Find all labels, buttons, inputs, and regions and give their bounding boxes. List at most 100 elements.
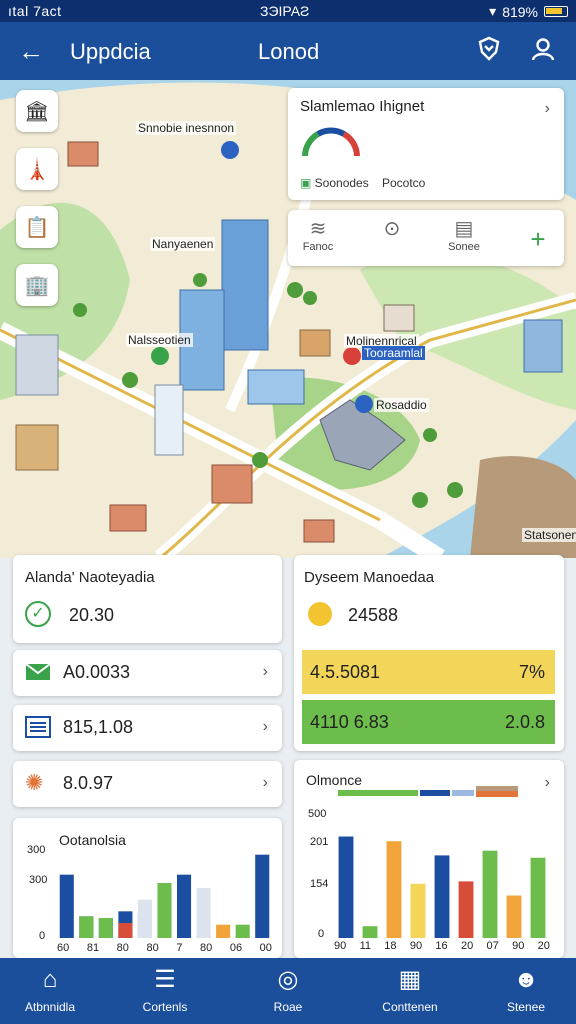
nav-route[interactable]: ◎ Roae: [238, 964, 338, 1014]
user-icon[interactable]: [530, 36, 556, 69]
check-icon: ▣: [300, 176, 315, 190]
bar: [506, 895, 522, 938]
summary-title: Alanda' Naoteyadia: [25, 569, 155, 586]
row-value: 815,1.08: [63, 717, 134, 737]
battery-icon: [544, 6, 568, 17]
museum-icon[interactable]: 🏛: [16, 90, 58, 132]
user-icon: ☻: [513, 966, 539, 993]
document-icon[interactable]: 📋: [16, 206, 58, 248]
grid-icon: ▦: [398, 966, 422, 993]
status-time: ЗЭΙPAƧ: [260, 3, 310, 19]
bar: [98, 918, 113, 938]
battery-percent: 819%: [502, 3, 538, 20]
wifi-icon: ≋: [309, 218, 327, 240]
bar: [118, 923, 133, 938]
metrics-title: Dyseem Manoedaa: [304, 569, 435, 586]
nav-label: Cortenls: [142, 1000, 188, 1014]
nav-profile[interactable]: ☻ Stenee: [476, 964, 576, 1014]
location-title: Lonod: [258, 39, 320, 64]
x-axis-labels: 90 11 18 90 16 20 07 90 20: [334, 940, 550, 952]
action-label: Sonee: [448, 241, 480, 253]
band-left: 4.5.5081: [310, 662, 381, 682]
map-label: Nalsseotien: [126, 333, 193, 347]
x-tick: 20: [537, 940, 550, 952]
x-tick: 18: [384, 940, 397, 952]
band-left: 4110 6.83: [310, 712, 389, 732]
y-tick: 154: [310, 878, 329, 890]
info-card-title: Slamlemao Ihignet: [300, 98, 425, 115]
chevron-right-icon[interactable]: ›: [263, 663, 268, 681]
row-value: 8.0.97: [63, 773, 114, 793]
list-item[interactable]: ✺ 8.0.97 ›: [13, 761, 282, 807]
x-tick: 06: [229, 942, 243, 954]
plus-icon: +: [530, 224, 546, 254]
bar-chart-left: [59, 854, 270, 938]
x-tick: 80: [146, 942, 159, 954]
info-card-sub2: Pocotco: [382, 176, 426, 190]
x-tick: 80: [116, 942, 129, 954]
nav-home[interactable]: ⌂ Atbnnidla: [0, 964, 100, 1014]
metric-band[interactable]: 4.5.5081 7%: [302, 650, 555, 694]
bar: [79, 916, 94, 938]
box-action[interactable]: ▤ Sonee: [434, 216, 494, 253]
y-tick: 300: [27, 844, 46, 856]
legend-strip: [338, 786, 518, 797]
nav-label: Atbnnidla: [24, 1000, 76, 1014]
metric-band[interactable]: 4110 6.83 2.0.8: [302, 700, 555, 744]
band-right: 2.0.8: [504, 712, 545, 732]
x-axis-labels: 60 81 80 80 7 80 06 00: [57, 942, 272, 954]
heart-shield-icon[interactable]: [476, 36, 502, 69]
info-card[interactable]: Slamlemao Ihignet › ▣ Soonodes Pocotco: [288, 88, 564, 200]
map-label: Snnobie inesnnon: [136, 121, 237, 135]
nav-label: Roae: [273, 1000, 303, 1014]
chevron-right-icon[interactable]: ›: [263, 774, 268, 792]
y-tick: 300: [29, 874, 48, 886]
list-icon: [25, 716, 51, 738]
status-bar: ıtal 7act ЗЭΙPAƧ ▾ 819%: [0, 0, 576, 22]
x-tick: 90: [334, 940, 347, 952]
x-tick: 60: [57, 942, 70, 954]
bar: [137, 899, 152, 938]
list-item[interactable]: A0.0033 ›: [13, 650, 282, 696]
chevron-right-icon[interactable]: ›: [545, 100, 550, 118]
pin-action[interactable]: ⊙: [362, 216, 422, 241]
map-tools: 🏛 🗼 📋 🏢: [16, 90, 58, 306]
nav-label: Conttenen: [382, 1000, 438, 1014]
bar: [177, 874, 192, 938]
bar: [434, 855, 450, 938]
chevron-right-icon[interactable]: ›: [545, 774, 550, 792]
y-tick: 201: [310, 836, 329, 848]
summary-value: 20.30: [69, 605, 115, 625]
chevron-right-icon[interactable]: ›: [263, 718, 268, 736]
arrow-left-icon[interactable]: ←: [18, 36, 44, 67]
bar: [157, 883, 172, 938]
metrics-value: 24588: [348, 605, 399, 625]
map-label: Tooraamlal: [362, 346, 425, 360]
nav-contents[interactable]: ☰ Cortenls: [115, 964, 215, 1014]
x-tick: 7: [176, 942, 183, 954]
nav-content[interactable]: ▦ Conttenen: [360, 964, 460, 1014]
building-icon[interactable]: 🏢: [16, 264, 58, 306]
summary-card[interactable]: Alanda' Naoteyadia ✓ 20.30: [13, 555, 282, 643]
band-right: 7%: [518, 662, 545, 682]
x-tick: 81: [86, 942, 100, 954]
circle-icon: ◎: [277, 966, 299, 993]
list-item[interactable]: 815,1.08 ›: [13, 705, 282, 751]
add-button[interactable]: +: [508, 224, 568, 255]
y-tick: 0: [318, 928, 325, 940]
bar: [216, 924, 231, 938]
coin-icon: [308, 602, 332, 626]
x-tick: 80: [200, 942, 213, 954]
wifi-action[interactable]: ≋ Fanoc: [288, 216, 348, 253]
tower-icon[interactable]: 🗼: [16, 148, 58, 190]
nav-label: Stenee: [506, 1000, 546, 1014]
chart-card-right[interactable]: Olmonce › 500 201 154 0 90 11 18 90 16 2…: [294, 760, 564, 958]
home-icon: ⌂: [42, 966, 58, 993]
x-tick: 20: [460, 940, 474, 952]
page-title: Uppdcia: [70, 39, 151, 64]
chart-card-left: Ootanolsia 300 300 0 60 81 80 80 7 80 06…: [13, 818, 282, 958]
x-tick: 90: [512, 940, 525, 952]
row-value: A0.0033: [63, 662, 131, 682]
mail-icon: [25, 663, 51, 680]
y-tick: 0: [39, 930, 46, 942]
